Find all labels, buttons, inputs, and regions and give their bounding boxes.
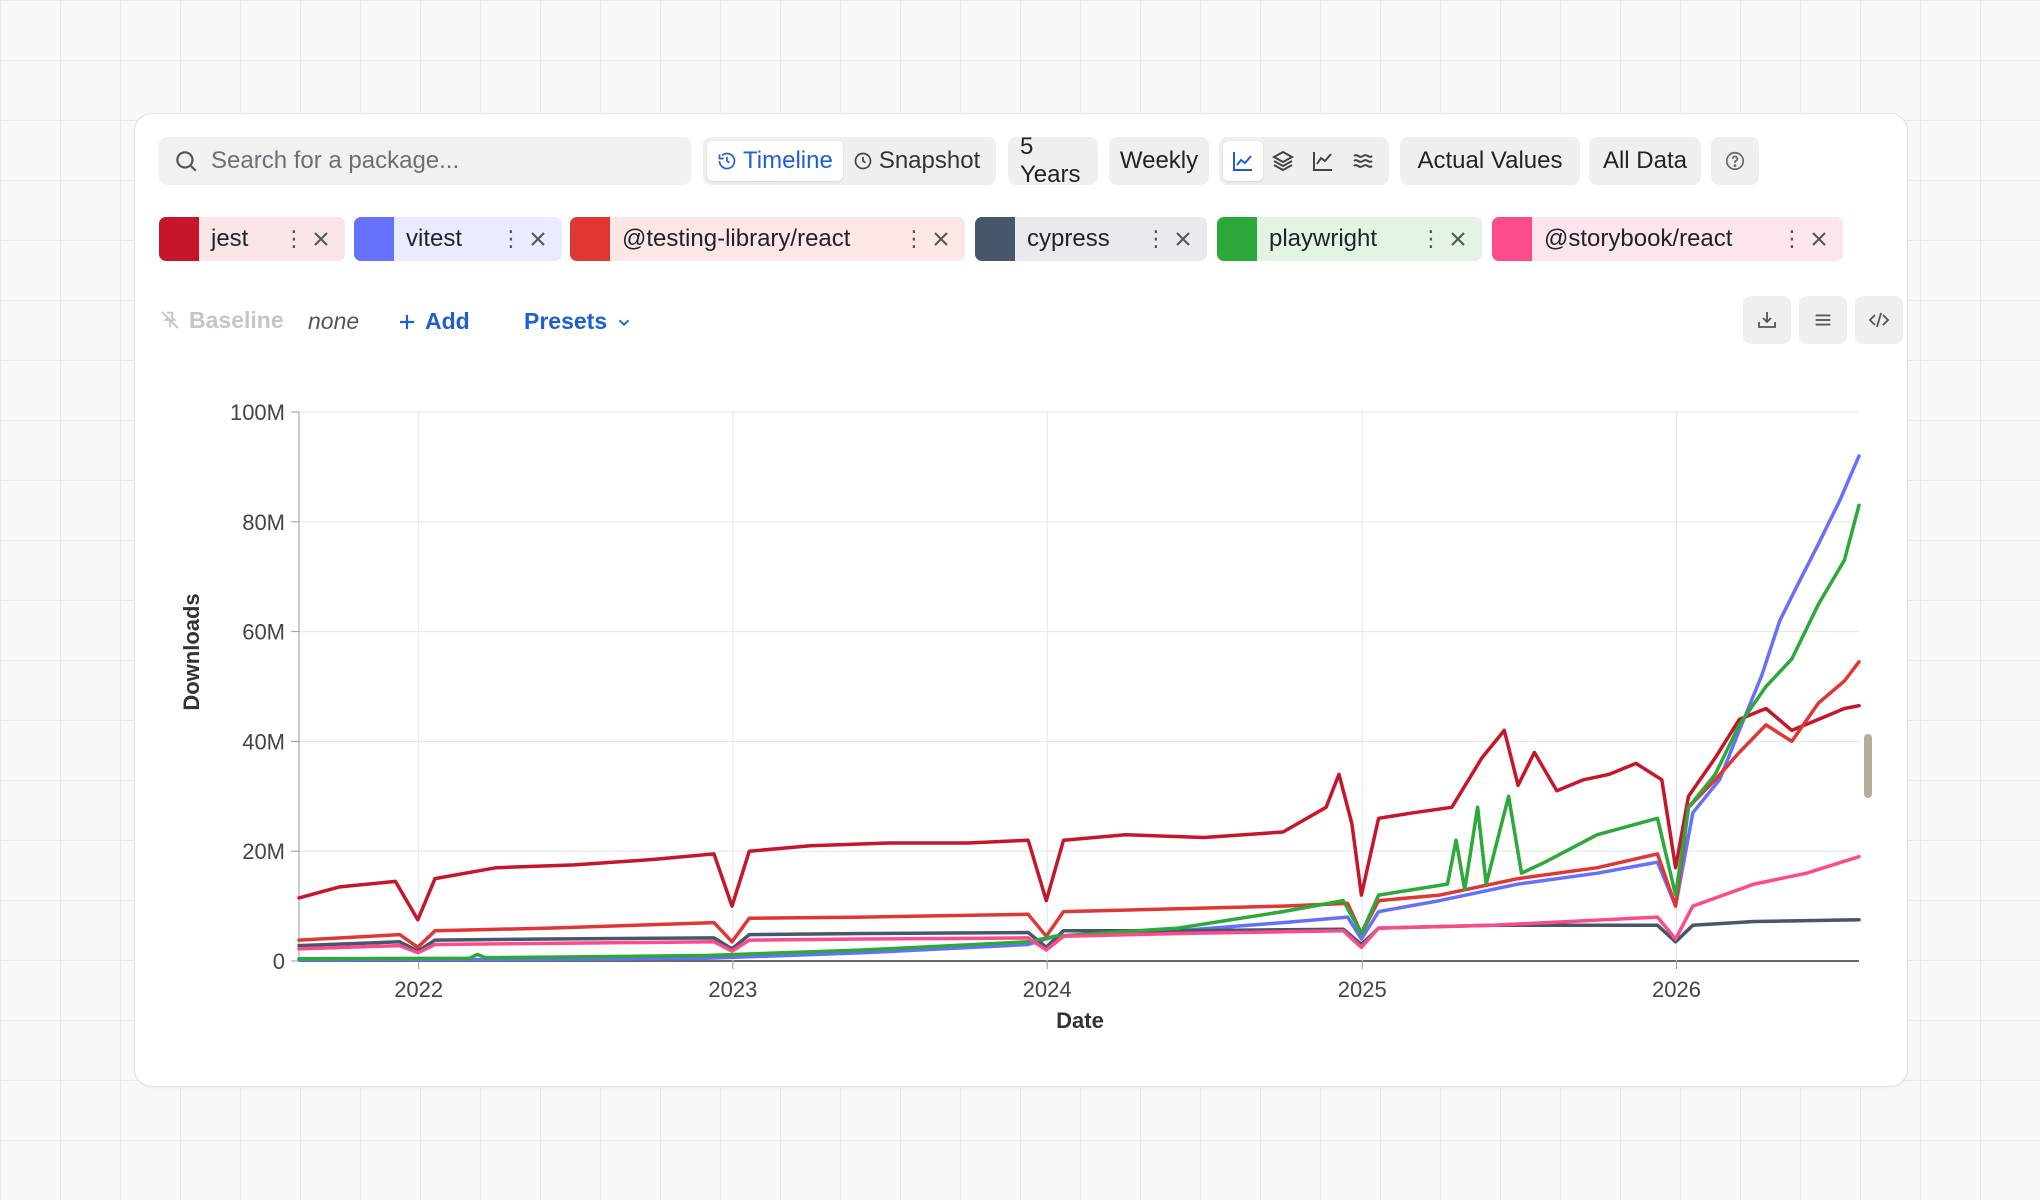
series-line-testing-library-react[interactable] xyxy=(297,660,1861,950)
series-line-jest[interactable] xyxy=(297,703,1861,922)
x-tick-label: 2026 xyxy=(1652,977,1701,1002)
y-tick-label: 100M xyxy=(230,400,285,425)
x-tick-label: 2023 xyxy=(708,977,757,1002)
x-tick-label: 2022 xyxy=(394,977,443,1002)
series-lines xyxy=(297,454,1861,962)
y-tick-label: 40M xyxy=(242,729,285,754)
series-line-vitest[interactable] xyxy=(297,454,1861,962)
scrollbar-thumb[interactable] xyxy=(1864,734,1872,798)
y-tick-label: 0 xyxy=(273,949,285,974)
x-axis-label: Date xyxy=(1056,1008,1104,1033)
y-tick-label: 80M xyxy=(242,510,285,535)
chart-grid xyxy=(298,411,1859,962)
x-tick-label: 2025 xyxy=(1338,977,1387,1002)
chart-card: Timeline Snapshot 5 Years Weekly Actual xyxy=(134,113,1908,1087)
x-tick-label: 2024 xyxy=(1023,977,1072,1002)
y-axis-ticks: 0 20M 40M 60M 80M 100M xyxy=(230,400,299,974)
y-tick-label: 20M xyxy=(242,839,285,864)
series-line-playwright[interactable] xyxy=(297,503,1861,961)
y-axis-label: Downloads xyxy=(179,593,204,710)
downloads-chart: 0 20M 40M 60M 80M 100M 2022 2023 2024 2025 2026 D… xyxy=(179,400,1861,1033)
y-tick-label: 60M xyxy=(242,620,285,645)
x-axis-ticks: 2022 2023 2024 2025 2026 xyxy=(394,961,1701,1002)
